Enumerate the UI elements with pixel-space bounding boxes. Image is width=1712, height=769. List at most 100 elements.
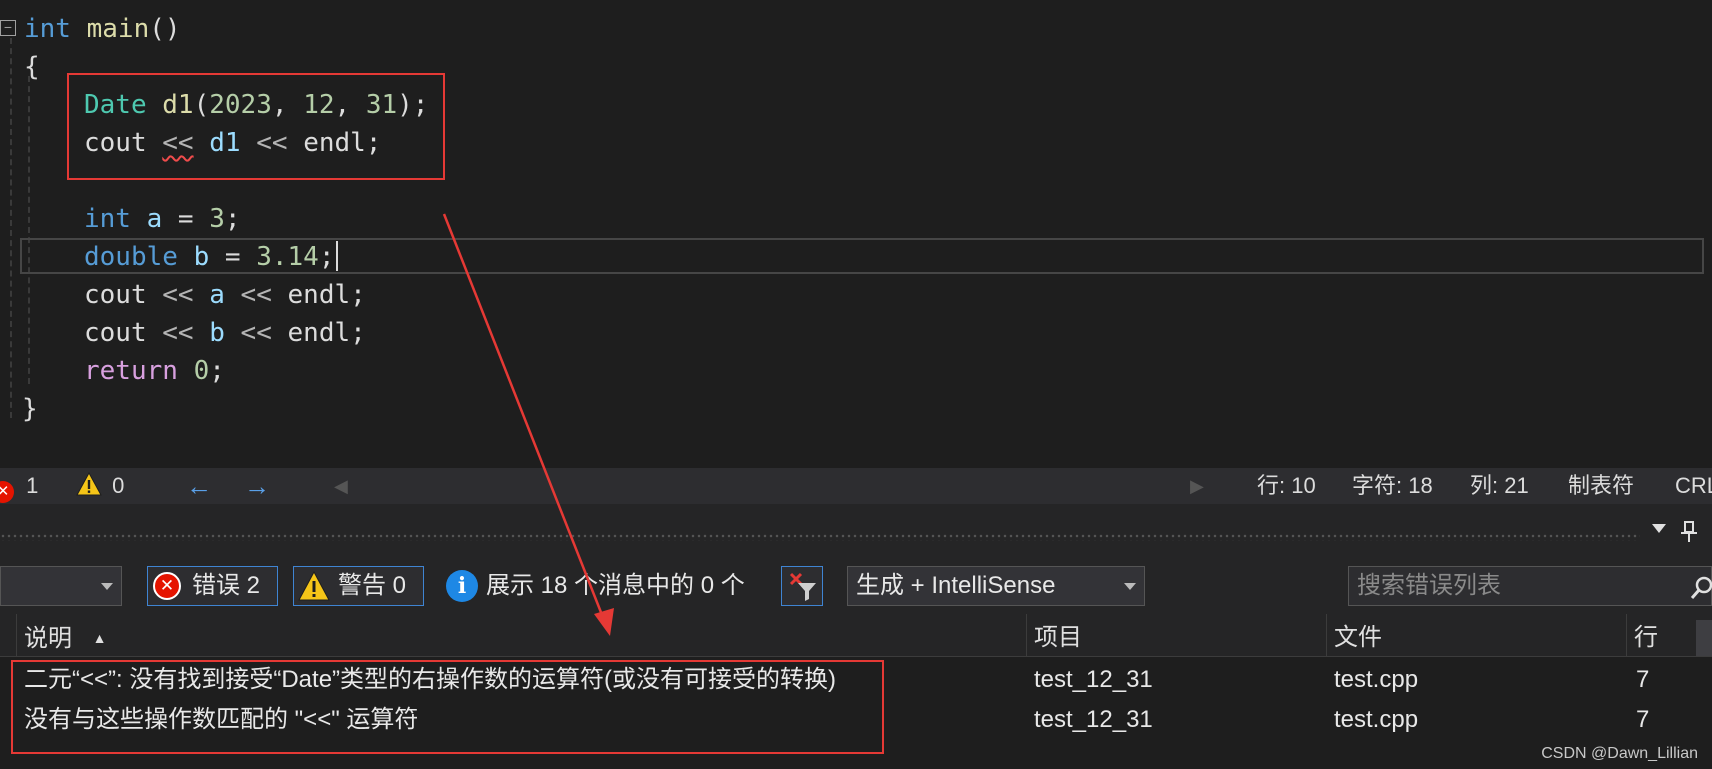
column-header-file[interactable]: 文件: [1334, 620, 1382, 656]
sort-ascending-icon: ▲: [92, 630, 107, 646]
code-token: return: [84, 356, 178, 386]
code-token: 3: [209, 204, 225, 234]
info-icon[interactable]: i: [446, 570, 478, 602]
code-token: cout: [84, 318, 163, 348]
warnings-filter-button[interactable]: 警告 0: [293, 566, 424, 606]
code-token: int: [24, 14, 71, 44]
indent-guide: [10, 38, 12, 418]
annotation-box-errors: [11, 660, 884, 754]
chevron-down-icon: [1124, 583, 1136, 590]
scroll-left-icon[interactable]: ◀: [334, 468, 348, 504]
warning-icon: [76, 472, 102, 496]
code-line[interactable]: cout << a << endl;: [84, 276, 366, 314]
code-line[interactable]: return 0;: [84, 352, 225, 390]
code-token: int: [84, 204, 131, 234]
scroll-right-icon[interactable]: ▶: [1190, 468, 1204, 504]
warning-count-value: 0: [112, 473, 125, 498]
panel-menu-icon[interactable]: [1652, 524, 1666, 533]
code-token: =: [162, 204, 210, 234]
search-error-list-input[interactable]: 搜索错误列表: [1348, 566, 1712, 606]
code-line[interactable]: double b = 3.14;: [84, 238, 339, 276]
tab-indicator[interactable]: 制表符: [1568, 468, 1634, 504]
char-indicator[interactable]: 字符: 18: [1352, 468, 1433, 504]
messages-filter-label[interactable]: 展示 18 个消息中的 0 个: [486, 566, 745, 606]
scope-dropdown[interactable]: [0, 566, 122, 606]
warning-icon: [298, 571, 330, 601]
code-line[interactable]: {: [24, 48, 40, 86]
search-placeholder: 搜索错误列表: [1357, 572, 1501, 599]
code-line[interactable]: int main(): [24, 10, 181, 48]
column-header-project[interactable]: 项目: [1034, 620, 1082, 656]
errors-filter-button[interactable]: ✕ 错误 2: [147, 566, 278, 606]
chevron-down-icon: [101, 583, 113, 590]
errors-filter-label: 错误 2: [192, 572, 261, 599]
search-icon[interactable]: [1689, 575, 1712, 601]
collapse-icon[interactable]: −: [0, 20, 16, 36]
warning-count[interactable]: 0: [76, 468, 124, 504]
build-source-value: 生成 + IntelliSense: [856, 572, 1056, 599]
arrow-right-icon[interactable]: →: [244, 468, 270, 504]
watermark: CSDN @Dawn_Lillian: [1541, 745, 1698, 762]
code-token: {: [24, 52, 40, 82]
row-project: test_12_31: [1034, 706, 1153, 733]
code-line[interactable]: int a = 3;: [84, 200, 241, 238]
text-caret: [336, 241, 339, 271]
column-separator[interactable]: [1626, 614, 1627, 656]
error-count-value: 1: [26, 473, 39, 498]
column-header-line[interactable]: 行: [1634, 620, 1658, 656]
code-token: endl;: [287, 280, 366, 310]
code-token: (): [149, 14, 181, 44]
row-file: test.cpp: [1334, 666, 1419, 693]
build-source-select[interactable]: 生成 + IntelliSense: [847, 566, 1145, 606]
code-token: b: [209, 318, 225, 348]
code-token: ;: [318, 242, 335, 272]
code-token: <<: [162, 280, 194, 310]
filter-clear-button[interactable]: [781, 566, 823, 606]
code-line[interactable]: }: [22, 390, 38, 428]
code-token: <<: [224, 280, 288, 310]
indent-guide: [28, 76, 30, 384]
code-token: cout: [84, 280, 163, 310]
code-token: a: [209, 280, 225, 310]
column-separator[interactable]: [1026, 614, 1027, 656]
code-token: endl;: [287, 318, 366, 348]
error-table-header: 说明 ▲ 项目 文件 行: [0, 620, 1712, 657]
error-icon: ✕: [153, 572, 181, 600]
eol-indicator[interactable]: CRLF: [1675, 468, 1712, 504]
code-token: b: [193, 242, 210, 272]
arrow-left-icon[interactable]: ←: [186, 468, 212, 504]
pin-icon[interactable]: [1680, 520, 1698, 544]
code-token: ;: [224, 204, 241, 234]
code-token: 3.14: [256, 242, 319, 272]
col-indicator[interactable]: 列: 21: [1470, 468, 1529, 504]
code-token: ;: [209, 356, 225, 386]
error-count[interactable]: ✕ 1: [0, 468, 38, 504]
row-line: 7: [1636, 666, 1650, 693]
column-separator[interactable]: [16, 614, 17, 656]
error-icon: ✕: [0, 481, 14, 503]
column-header-description[interactable]: 说明 ▲: [24, 620, 107, 656]
warnings-filter-label: 警告 0: [338, 572, 407, 599]
column-header-description-label: 说明: [24, 625, 72, 652]
row-line: 7: [1636, 706, 1650, 733]
scrollbar-corner[interactable]: [1696, 620, 1712, 656]
code-line[interactable]: cout << b << endl;: [84, 314, 366, 352]
code-editor[interactable]: − int main(){Date d1(2023, 12, 31); cout …: [0, 0, 1712, 468]
error-list-header: [0, 504, 1712, 554]
code-token: }: [22, 394, 38, 424]
code-token: main: [86, 14, 150, 44]
code-token: a: [146, 204, 163, 234]
line-indicator[interactable]: 行: 10: [1257, 468, 1316, 504]
code-token: 0: [193, 356, 210, 386]
panel-grip[interactable]: [0, 533, 1640, 541]
editor-status-bar: ✕ 1 0 ← → ◀ ▶ 行: 10 字符: 18 列: 21 制表符 CRL…: [0, 468, 1712, 504]
row-file: test.cpp: [1334, 706, 1419, 733]
column-separator[interactable]: [1326, 614, 1327, 656]
code-token: <<: [224, 318, 288, 348]
